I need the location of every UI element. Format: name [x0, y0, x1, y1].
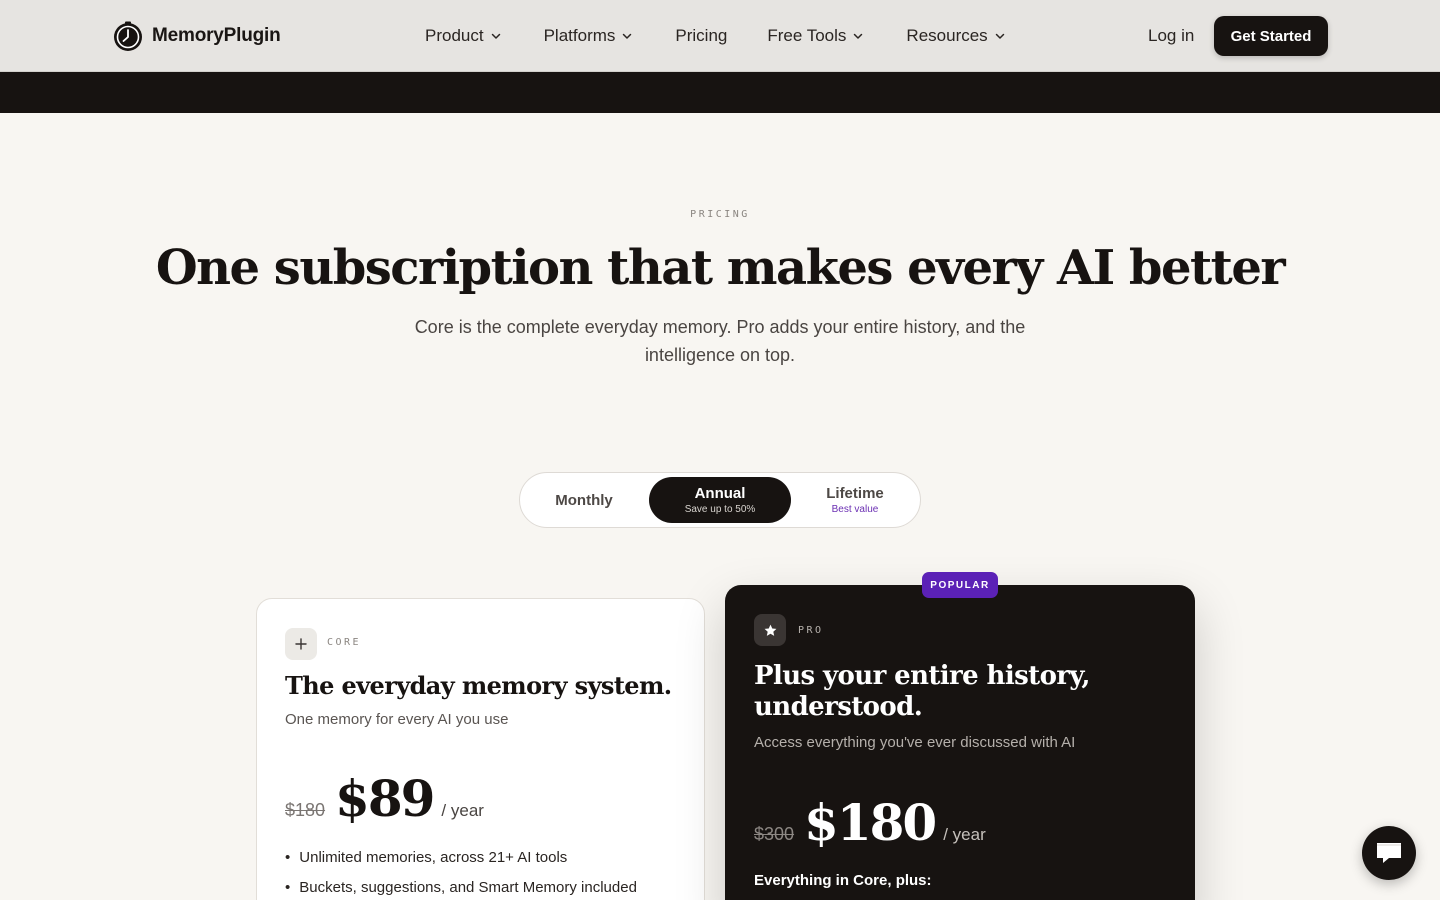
nav-item-resources[interactable]: Resources — [906, 25, 1005, 47]
logo-text: MemoryPlugin — [152, 25, 281, 46]
billing-option-annual[interactable]: Annual Save up to 50% — [649, 477, 791, 523]
page-title: One subscription that makes every AI bet… — [155, 240, 1286, 296]
plan-title: The everyday memory system. — [285, 671, 672, 700]
nav-item-label: Resources — [906, 26, 988, 45]
plan-card-pro: PRO Plus your entire history, understood… — [725, 585, 1195, 900]
price-row: $180 $89 / year — [285, 769, 484, 828]
logo[interactable]: MemoryPlugin — [112, 20, 281, 52]
nav-item-label: Platforms — [543, 26, 616, 45]
nav-item-product[interactable]: Product — [425, 25, 502, 47]
billing-option-note: Best value — [831, 504, 879, 515]
plan-tag: PRO — [798, 625, 824, 636]
chevron-down-icon — [491, 33, 500, 39]
billing-toggle: Monthly Annual Save up to 50% Lifetime B… — [519, 472, 921, 528]
billing-option-label: Lifetime — [826, 485, 884, 502]
feature-item: Buckets, suggestions, and Smart Memory i… — [285, 872, 637, 900]
billing-option-note: Save up to 50% — [684, 504, 756, 515]
nav-item-pricing[interactable]: Pricing — [675, 25, 727, 47]
star-icon — [754, 614, 786, 646]
old-price: $180 — [285, 800, 326, 820]
chat-widget-button[interactable] — [1362, 826, 1416, 880]
chat-icon — [1377, 843, 1401, 863]
price-amount: $89 — [335, 769, 435, 828]
plan-description: One memory for every AI you use — [285, 711, 509, 728]
chevron-down-icon — [854, 33, 863, 39]
dark-band — [0, 72, 1440, 113]
nav-item-label: Product — [425, 26, 484, 45]
plus-icon — [285, 628, 317, 660]
plan-tag: CORE — [327, 637, 362, 648]
nav-item-label: Pricing — [675, 26, 728, 45]
price-amount: $180 — [804, 793, 937, 852]
feature-item: Unlimited memories, across 21+ AI tools — [285, 842, 637, 872]
popular-badge: POPULAR — [922, 572, 998, 598]
page-subtitle: Core is the complete everyday memory. Pr… — [414, 317, 1026, 365]
old-price: $300 — [754, 824, 795, 844]
price-period: / year — [441, 801, 484, 820]
chevron-down-icon — [995, 33, 1004, 39]
login-link[interactable]: Log in — [1148, 26, 1194, 46]
nav-item-platforms[interactable]: Platforms — [544, 25, 634, 47]
main-menu: Product Platforms Pricing Free Tools Res… — [425, 25, 1006, 47]
plan-title: Plus your entire history, understood. — [754, 661, 1090, 722]
billing-option-label: Monthly — [555, 491, 613, 509]
billing-option-label: Annual — [694, 485, 746, 502]
chevron-down-icon — [623, 33, 632, 39]
features-heading: Everything in Core, plus: — [754, 872, 932, 889]
memoryplugin-logo-icon — [114, 21, 142, 51]
section-eyebrow: PRICING — [690, 209, 750, 220]
billing-option-lifetime[interactable]: Lifetime Best value — [792, 477, 918, 523]
nav-item-free-tools[interactable]: Free Tools — [767, 25, 864, 47]
plan-description: Access everything you've ever discussed … — [754, 734, 1076, 751]
price-period: / year — [943, 825, 986, 844]
get-started-button[interactable]: Get Started — [1214, 16, 1328, 56]
nav-item-label: Free Tools — [767, 26, 847, 45]
top-nav: MemoryPlugin Product Platforms Pricing F… — [0, 0, 1440, 72]
feature-list: Unlimited memories, across 21+ AI tools … — [285, 842, 637, 900]
price-row: $300 $180 / year — [754, 793, 986, 852]
plan-card-core: CORE The everyday memory system. One mem… — [256, 598, 705, 900]
billing-option-monthly[interactable]: Monthly — [524, 477, 644, 523]
